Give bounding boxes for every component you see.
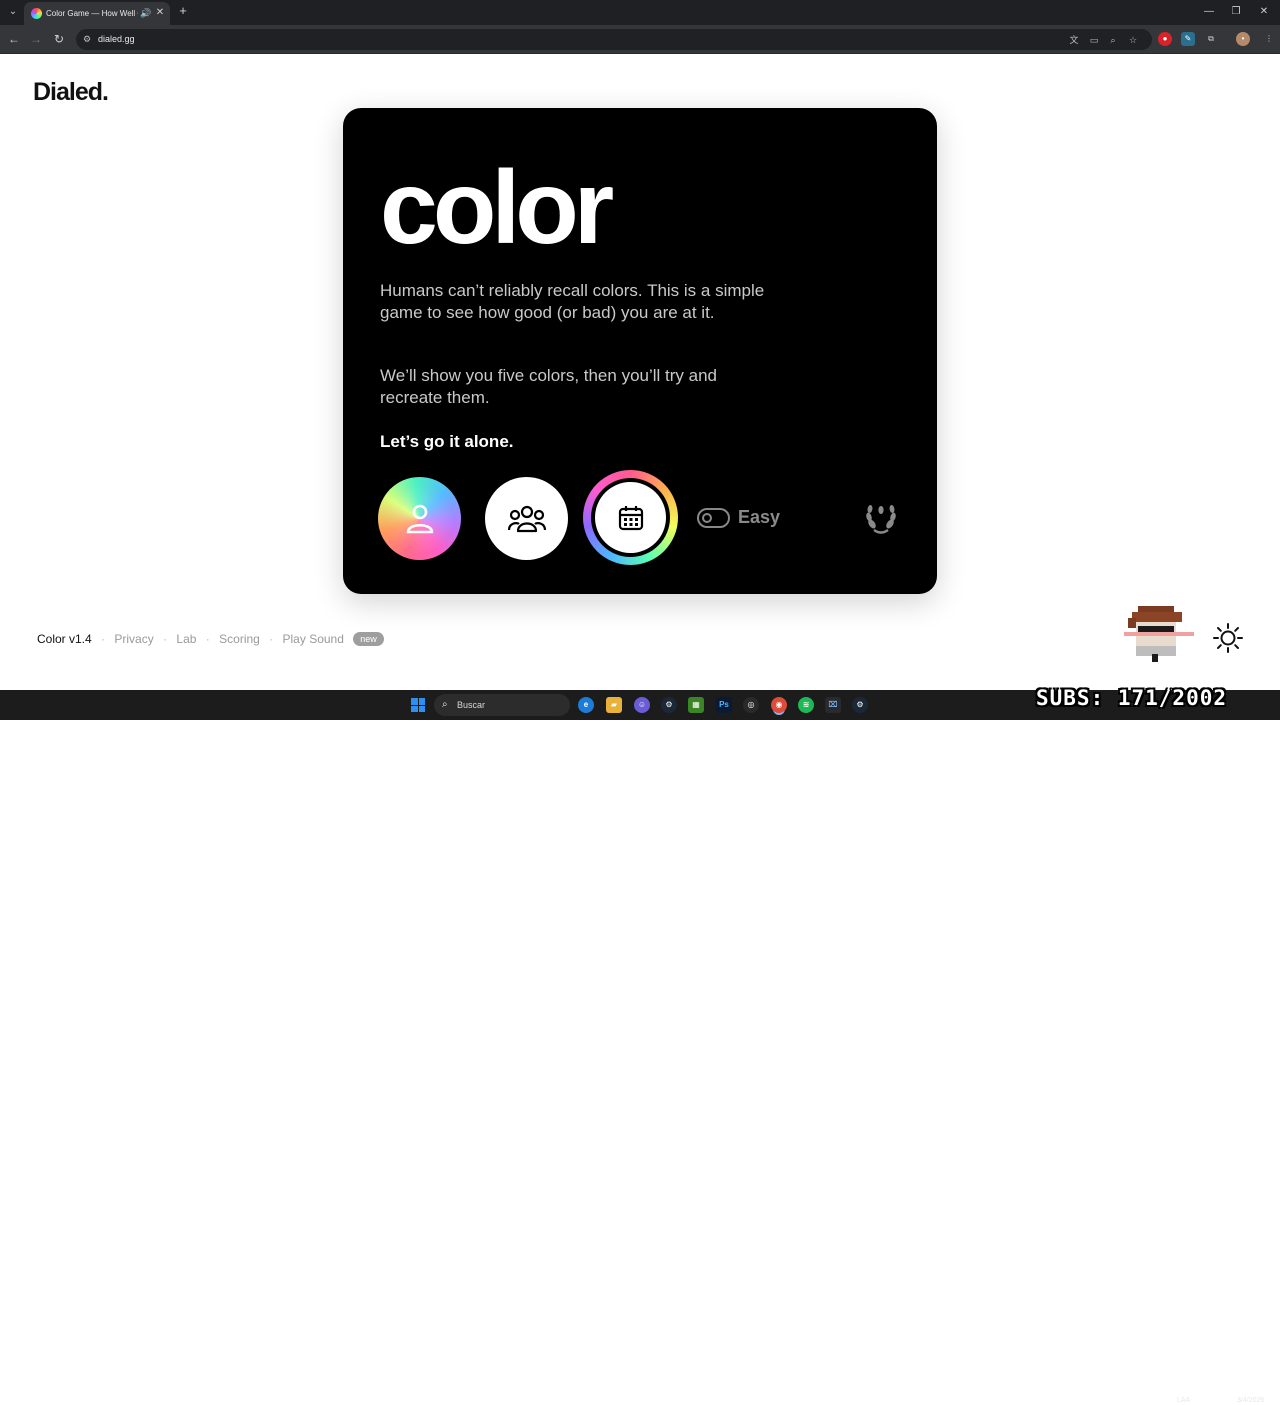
laurel-leaderboard-icon[interactable] [862, 502, 900, 536]
tray-language[interactable]: LAA [1177, 1396, 1190, 1405]
photoshop-icon[interactable]: Ps [716, 697, 732, 713]
browser-tabstrip: ⌄ Color Game — How Well C 🔊 ✕ + — ❐ ✕ [0, 0, 1280, 25]
maximize-icon[interactable]: ❐ [1228, 4, 1244, 20]
game-card: color Humans can’t reliably recall color… [343, 108, 937, 594]
version-label: Color v1.4 [37, 631, 92, 646]
steam-icon[interactable]: ⚙ [661, 697, 677, 713]
taskbar-search[interactable]: ⌕ Buscar [434, 694, 570, 716]
footer-link-lab[interactable]: Lab [176, 631, 196, 647]
url-text[interactable]: dialed.gg [98, 33, 135, 46]
favicon-icon [31, 8, 42, 19]
solo-play-button[interactable] [378, 477, 461, 560]
forward-icon[interactable]: → [29, 32, 43, 46]
close-window-icon[interactable]: ✕ [1256, 4, 1272, 20]
browser-toolbar: ← → ↻ ⚙ dialed.gg 文 ▭ ⌕ ☆ ● ✎ ⧉ • ⋮ [0, 25, 1280, 54]
app-icon[interactable]: ◎ [743, 697, 759, 713]
footer-separator: · [205, 631, 210, 646]
translate-icon[interactable]: 文 [1068, 34, 1080, 46]
daily-challenge-button[interactable] [583, 470, 678, 565]
close-tab-icon[interactable]: ✕ [155, 7, 165, 19]
new-tab-button[interactable]: + [177, 4, 189, 18]
new-badge: new [353, 631, 384, 646]
minimize-icon[interactable]: — [1201, 4, 1217, 20]
taskbar-search-placeholder: Buscar [457, 700, 486, 710]
discord-icon[interactable]: ☺ [634, 697, 650, 713]
subs-counter-overlay: SUBS: 171/2002 [1036, 686, 1228, 710]
search-icon: ⌕ [442, 699, 448, 710]
zoom-icon[interactable]: ⌕ [1107, 34, 1119, 46]
footer-separator: · [269, 631, 274, 646]
tab-search-icon[interactable]: ⌄ [6, 5, 20, 19]
daily-button-face [595, 482, 666, 553]
game-title: color [380, 150, 614, 266]
person-icon [406, 504, 433, 533]
multiplayer-button[interactable] [485, 477, 568, 560]
footer-link-scoring[interactable]: Scoring [219, 631, 260, 647]
group-icon [507, 505, 546, 532]
site-logo[interactable]: Dialed. [33, 78, 109, 107]
extension-icon[interactable]: ✎ [1181, 32, 1195, 46]
tab-title: Color Game — How Well C [46, 9, 138, 18]
calendar-icon [618, 505, 643, 530]
footer-separator: · [101, 631, 106, 646]
chrome-icon[interactable]: ◉ [771, 697, 787, 713]
reload-icon[interactable]: ↻ [52, 32, 66, 46]
extension-icon[interactable]: ● [1158, 32, 1172, 46]
spotify-icon[interactable]: ≋ [798, 697, 814, 713]
file-explorer-icon[interactable]: ▰ [606, 697, 622, 713]
tray-date[interactable]: 3/4/2026 [1237, 1396, 1264, 1405]
toggle-knob [702, 513, 712, 523]
minecraft-icon[interactable]: ▦ [688, 697, 704, 713]
mode-label: Let’s go it alone. [380, 432, 514, 451]
footer-link-play-sound[interactable]: Play Sound [283, 631, 344, 647]
description-rules: We’ll show you five colors, then you’ll … [380, 366, 718, 407]
terminal-icon[interactable]: ⌧ [825, 697, 841, 713]
extensions-puzzle-icon[interactable]: ⧉ [1204, 32, 1218, 46]
daily-button-ring [591, 478, 670, 557]
back-icon[interactable]: ← [7, 32, 21, 46]
windows-start-icon[interactable] [411, 698, 425, 712]
profile-avatar[interactable]: • [1236, 32, 1250, 46]
sun-theme-icon[interactable] [1212, 622, 1244, 654]
cast-icon[interactable]: ▭ [1088, 34, 1100, 46]
browser-menu-icon[interactable]: ⋮ [1262, 32, 1276, 46]
difficulty-label[interactable]: Easy [738, 507, 780, 528]
footer-link-privacy[interactable]: Privacy [114, 631, 153, 647]
address-bar[interactable]: ⚙ dialed.gg 文 ▭ ⌕ ☆ [76, 29, 1152, 50]
description-intro: Humans can’t reliably recall colors. Thi… [380, 281, 765, 322]
steam-icon[interactable]: ⚙ [852, 697, 868, 713]
difficulty-toggle[interactable] [697, 508, 730, 528]
footer: Color v1.4 · Privacy · Lab · Scoring · P… [37, 630, 384, 646]
pixel-avatar-overlay [1124, 606, 1194, 662]
site-info-icon[interactable]: ⚙ [83, 33, 95, 45]
footer-separator: · [163, 631, 168, 646]
edge-icon[interactable]: e [578, 697, 594, 713]
speaker-icon[interactable]: 🔊 [140, 7, 151, 19]
browser-tab[interactable]: Color Game — How Well C 🔊 ✕ [24, 2, 170, 25]
bookmark-star-icon[interactable]: ☆ [1127, 34, 1139, 46]
